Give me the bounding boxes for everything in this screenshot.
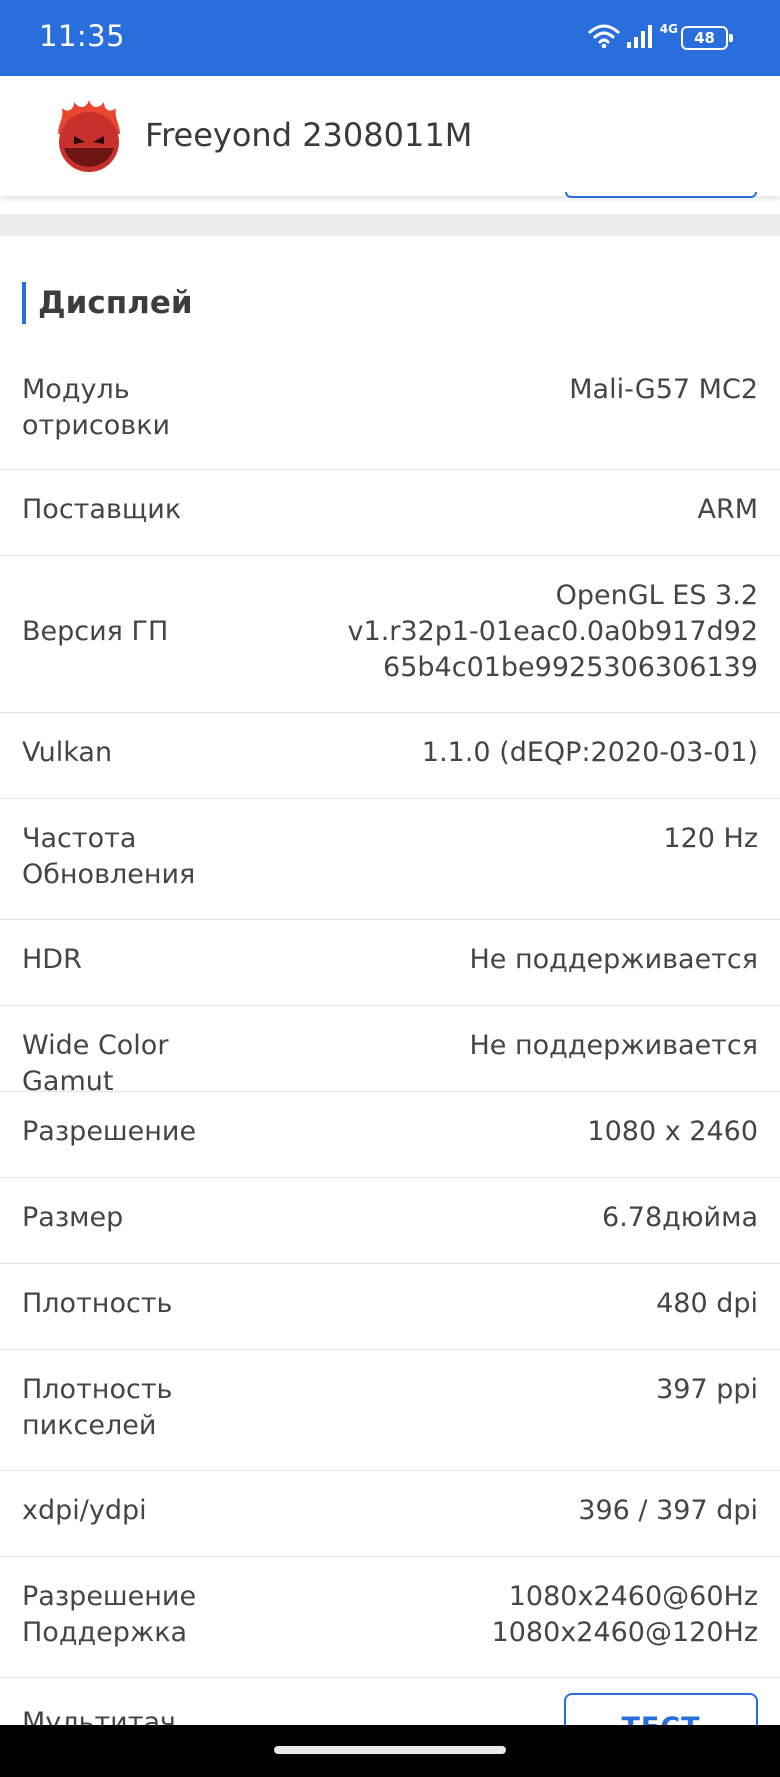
row-label: Версия ГП [22, 616, 169, 647]
section-separator [0, 214, 780, 236]
wifi-icon [588, 23, 620, 53]
battery-tip [729, 34, 733, 42]
row-label: Мультитач [22, 1707, 176, 1725]
info-row-multitouch: Мультитач ТЕСТ [0, 1677, 780, 1725]
hidden-button-edge [565, 192, 757, 198]
row-value: 397 ppi [656, 1374, 758, 1405]
status-time: 11:35 [39, 19, 126, 53]
row-label: Разрешение Поддержка [22, 1581, 197, 1648]
row-label: Поставщик [22, 494, 182, 525]
row-label: xdpi/ydpi [22, 1495, 147, 1526]
info-row-gpu-version: Версия ГП OpenGL ES 3.2 v1.r32p1-01eac0.… [0, 556, 780, 713]
info-row-resolution: Разрешение 1080 x 2460 [0, 1092, 780, 1178]
row-value: Mali-G57 MC2 [569, 374, 758, 405]
battery-level: 48 [694, 29, 715, 47]
info-row-wide-color-gamut: Wide Color Gamut Не поддерживается [0, 1006, 780, 1097]
row-value: OpenGL ES 3.2 v1.r32p1-01eac0.0a0b917d92… [347, 580, 758, 683]
info-row-renderer: Модуль отрисовки Mali-G57 MC2 [0, 350, 780, 470]
row-label: Плотность пикселей [22, 1374, 173, 1441]
signal-icon [626, 23, 654, 53]
row-label: Wide Color Gamut [22, 1030, 169, 1097]
battery-icon: 48 [681, 26, 733, 50]
app-header: Freeyond 2308011M [0, 76, 780, 198]
row-value: 120 Hz [663, 823, 758, 854]
info-row-xdpi-ydpi: xdpi/ydpi 396 / 397 dpi [0, 1471, 780, 1557]
row-label: Плотность [22, 1288, 173, 1319]
multitouch-test-button[interactable]: ТЕСТ [564, 1693, 758, 1725]
row-label: Разрешение [22, 1116, 197, 1147]
row-value: 396 / 397 dpi [578, 1495, 758, 1526]
row-value: 480 dpi [656, 1288, 758, 1319]
row-label: HDR [22, 944, 82, 975]
row-value: 1080 x 2460 [587, 1116, 758, 1147]
info-row-density: Плотность 480 dpi [0, 1264, 780, 1350]
status-bar: 11:35 4G 48 [0, 0, 780, 76]
row-value: 1080x2460@60Hz 1080x2460@120Hz [491, 1581, 758, 1648]
info-row-vulkan: Vulkan 1.1.0 (dEQP:2020-03-01) [0, 713, 780, 799]
status-icons: 4G 48 [588, 22, 733, 54]
row-label: Частота Обновления [22, 823, 196, 890]
navigation-bar [0, 1725, 780, 1777]
row-value: 1.1.0 (dEQP:2020-03-01) [421, 737, 758, 768]
row-value: Не поддерживается [469, 1030, 758, 1061]
info-row-hdr: HDR Не поддерживается [0, 920, 780, 1006]
row-value: Не поддерживается [469, 944, 758, 975]
row-label: Vulkan [22, 737, 113, 768]
section-title: Дисплей [22, 282, 193, 324]
info-list: Модуль отрисовки Mali-G57 MC2 Поставщик … [0, 350, 780, 1678]
info-row-size: Размер 6.78дюйма [0, 1178, 780, 1264]
row-label: Модуль отрисовки [22, 374, 171, 441]
home-gesture-handle[interactable] [274, 1746, 506, 1754]
info-row-refresh-rate: Частота Обновления 120 Hz [0, 799, 780, 920]
row-value: 6.78дюйма [602, 1202, 758, 1233]
row-label: Размер [22, 1202, 124, 1233]
device-name: Freeyond 2308011M [145, 116, 473, 154]
info-row-vendor: Поставщик ARM [0, 470, 780, 556]
antutu-flame-logo [54, 98, 124, 174]
row-value: ARM [697, 494, 758, 525]
network-type-label: 4G [659, 22, 678, 36]
info-row-pixel-density: Плотность пикселей 397 ppi [0, 1350, 780, 1471]
info-row-supported-resolutions: Разрешение Поддержка 1080x2460@60Hz 1080… [0, 1557, 780, 1678]
